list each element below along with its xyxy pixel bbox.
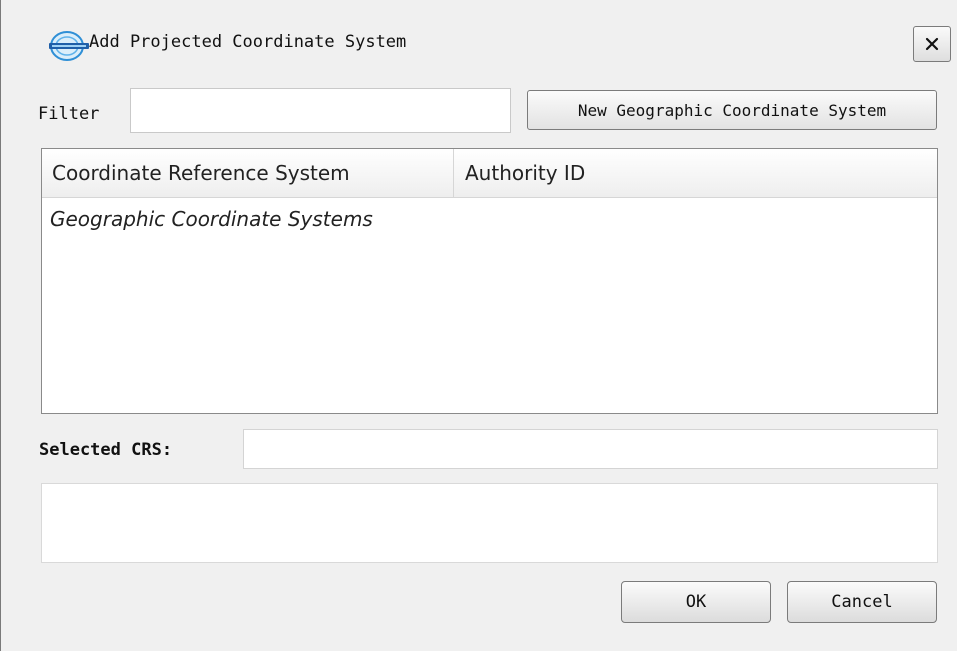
window-title: Add Projected Coordinate System [89,32,407,52]
selected-crs-label: Selected CRS: [39,440,173,460]
cancel-button[interactable]: Cancel [787,581,937,623]
dialog-window: Add Projected Coordinate System Filter N… [0,0,957,651]
filter-label: Filter [38,104,100,124]
ok-button[interactable]: OK [621,581,771,623]
close-icon [924,36,940,52]
column-header-crs[interactable]: Coordinate Reference System [42,149,454,197]
crs-description-area[interactable] [41,483,938,563]
filter-input[interactable] [130,88,511,133]
crs-tree-table[interactable]: Coordinate Reference System Authority ID… [41,148,938,414]
selected-crs-field[interactable] [243,429,938,469]
table-header: Coordinate Reference System Authority ID [42,149,937,198]
app-logo-icon [45,27,93,63]
title-bar: Add Projected Coordinate System [1,0,957,78]
crs-group-label: Geographic Coordinate Systems [50,207,373,231]
table-row[interactable]: Geographic Coordinate Systems [42,201,937,237]
column-header-authority-id[interactable]: Authority ID [454,149,585,197]
close-button[interactable] [913,26,951,62]
new-geographic-crs-button[interactable]: New Geographic Coordinate System [527,90,937,130]
